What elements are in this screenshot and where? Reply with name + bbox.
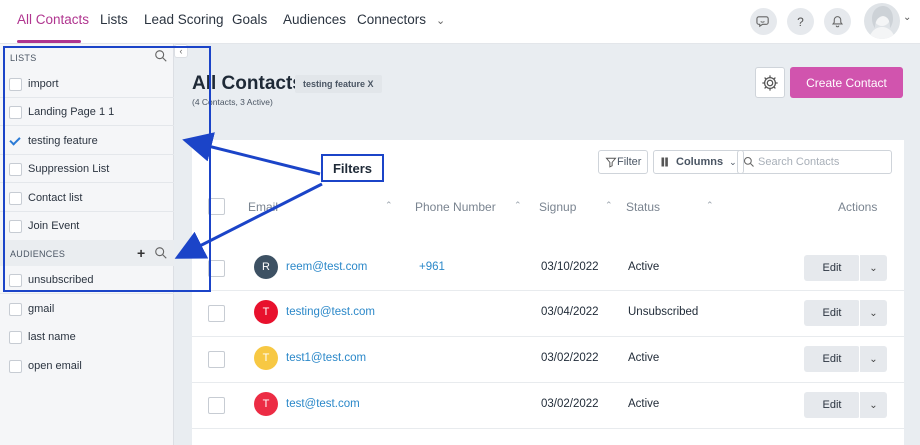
status-text: Active (628, 352, 660, 364)
chevron-down-icon: ⌄ (729, 156, 737, 167)
help-icon[interactable]: ? (787, 8, 814, 35)
signup-date: 03/10/2022 (541, 261, 599, 273)
status-text: Active (628, 398, 660, 410)
column-header-signup[interactable]: Signup (539, 200, 576, 214)
sort-icon[interactable]: ⌃ (514, 200, 522, 211)
search-contacts[interactable] (737, 150, 892, 174)
active-tab-indicator (17, 40, 81, 43)
filter-label: Filter (617, 156, 642, 168)
chevron-down-icon[interactable]: ⌄ (859, 300, 887, 326)
columns-button[interactable]: Columns ⌄ (653, 150, 744, 174)
audience-checkbox[interactable] (9, 360, 22, 373)
column-header-phone[interactable]: Phone Number (415, 200, 496, 214)
status-text: Unsubscribed (628, 306, 699, 318)
signup-date: 03/02/2022 (541, 398, 599, 410)
row-checkbox[interactable] (208, 351, 225, 368)
tab-audiences[interactable]: Audiences (283, 12, 346, 27)
search-input[interactable] (758, 154, 888, 170)
audience-item-gmail[interactable]: gmail (0, 295, 174, 323)
top-nav: All Contacts Lists Lead Scoring Goals Au… (0, 0, 920, 44)
filter-button[interactable]: Filter (598, 150, 649, 174)
audience-checkbox[interactable] (9, 331, 22, 344)
columns-label: Columns (676, 156, 724, 168)
audience-item-label: gmail (28, 303, 55, 315)
tab-lead-scoring[interactable]: Lead Scoring (144, 12, 224, 27)
sort-icon[interactable]: ⌃ (385, 200, 393, 211)
tab-all-contacts[interactable]: All Contacts (17, 12, 89, 27)
chat-icon[interactable] (750, 8, 777, 35)
chevron-down-icon[interactable]: ⌄ (859, 392, 887, 418)
signup-date: 03/04/2022 (541, 306, 599, 318)
settings-button[interactable] (755, 67, 785, 98)
tab-connectors[interactable]: Connectors ⌄ (357, 12, 445, 27)
avatar[interactable] (864, 3, 900, 39)
chevron-down-icon[interactable]: ⌄ (903, 12, 911, 23)
columns-icon (661, 157, 668, 167)
sort-asc-icon[interactable]: ⌃ (605, 200, 613, 211)
row-checkbox[interactable] (208, 305, 225, 322)
contact-email-link[interactable]: test@test.com (286, 398, 360, 410)
avatar: T (254, 346, 278, 370)
audience-item-label: open email (28, 360, 82, 372)
chevron-down-icon: ⌄ (436, 15, 446, 27)
edit-button[interactable]: Edit (804, 255, 860, 281)
column-header-status[interactable]: Status (626, 200, 660, 214)
column-header-actions: Actions (838, 200, 878, 214)
edit-button[interactable]: Edit (804, 300, 860, 326)
contact-email-link[interactable]: test1@test.com (286, 352, 366, 364)
contact-phone[interactable]: +961 (419, 261, 445, 273)
audience-item-open-email[interactable]: open email (0, 352, 174, 380)
audience-checkbox[interactable] (9, 303, 22, 316)
annotation-label: Filters (321, 154, 384, 182)
chevron-down-icon[interactable]: ⌄ (859, 255, 887, 281)
contacts-panel: Filter Columns ⌄ Email ⌃ Phone Number ⌃ … (192, 140, 904, 445)
avatar: T (254, 300, 278, 324)
create-contact-button[interactable]: Create Contact (790, 67, 903, 98)
row-divider (192, 336, 904, 337)
avatar: T (254, 392, 278, 416)
column-header-email[interactable]: Email (248, 200, 278, 214)
filter-icon (605, 157, 617, 168)
edit-button[interactable]: Edit (804, 346, 860, 372)
bell-icon[interactable] (824, 8, 851, 35)
tab-goals[interactable]: Goals (232, 12, 267, 27)
annotation-highlight-box (3, 46, 211, 292)
contact-email-link[interactable]: reem@test.com (286, 261, 367, 273)
status-text: Active (628, 261, 660, 273)
signup-date: 03/02/2022 (541, 352, 599, 364)
active-list-badge[interactable]: testing feature X (295, 75, 382, 93)
avatar: R (254, 255, 278, 279)
tab-lists[interactable]: Lists (100, 12, 128, 27)
audience-item-last-name[interactable]: last name (0, 323, 174, 351)
row-checkbox[interactable] (208, 397, 225, 414)
edit-button[interactable]: Edit (804, 392, 860, 418)
contact-email-link[interactable]: testing@test.com (286, 306, 375, 318)
row-divider (192, 428, 904, 429)
audience-item-label: last name (28, 331, 76, 343)
search-icon (743, 156, 754, 167)
chevron-down-icon[interactable]: ⌄ (859, 346, 887, 372)
gear-icon (762, 74, 778, 91)
row-divider (192, 382, 904, 383)
tab-connectors-label: Connectors (357, 12, 427, 27)
sort-icon[interactable]: ⌃ (706, 200, 714, 211)
row-divider (192, 290, 904, 291)
